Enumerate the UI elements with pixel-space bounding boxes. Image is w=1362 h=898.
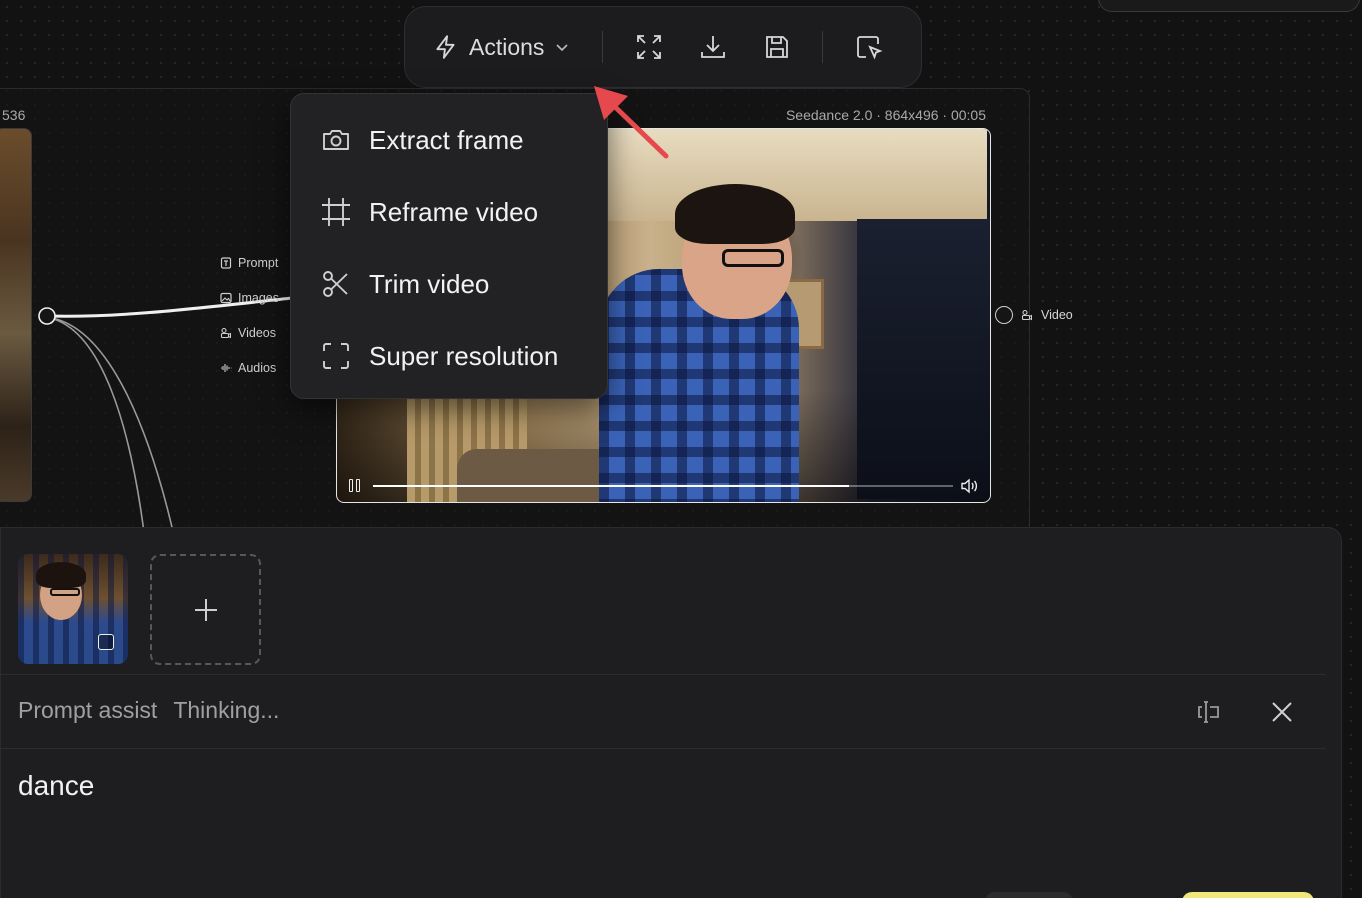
generate-button[interactable] — [1182, 892, 1314, 898]
port-video-output[interactable]: Video — [995, 306, 1073, 324]
close-icon[interactable] — [1268, 698, 1296, 726]
thumbnail-hair — [36, 562, 86, 588]
pause-icon[interactable] — [349, 479, 363, 493]
port-videos[interactable]: Videos — [220, 326, 276, 340]
port-video-output-label: Video — [1041, 308, 1073, 322]
add-reference-button[interactable] — [150, 554, 261, 665]
menu-item-label: Super resolution — [369, 340, 559, 371]
save-icon — [765, 36, 788, 58]
port-audios-label: Audios — [238, 361, 277, 375]
menu-item-trim-video[interactable]: Trim video — [291, 248, 607, 320]
prompt-input[interactable]: dance — [18, 770, 94, 802]
scissors-icon — [323, 271, 348, 297]
connection-origin-port — [38, 307, 56, 325]
menu-item-extract-frame[interactable]: Extract frame — [291, 104, 607, 176]
toolbar-separator — [602, 31, 604, 63]
reference-image-thumbnail[interactable] — [18, 554, 128, 664]
port-images-label: Images — [238, 291, 279, 305]
video-icon — [220, 327, 231, 339]
actions-menu: Extract frame Reframe video Trim video S… — [290, 93, 608, 399]
toolbar-separator — [822, 31, 824, 63]
secondary-button[interactable] — [985, 892, 1073, 898]
audio-icon — [221, 364, 232, 372]
camera-icon — [323, 130, 349, 150]
plus-icon — [194, 598, 217, 621]
select-cursor-icon — [857, 36, 883, 60]
output-port-ring[interactable] — [995, 306, 1013, 324]
port-prompt-label: Prompt — [238, 256, 279, 270]
menu-item-super-resolution[interactable]: Super resolution — [291, 320, 607, 392]
menu-item-label: Reframe video — [369, 196, 539, 227]
expand-button[interactable] — [632, 29, 666, 65]
actions-label: Actions — [469, 33, 545, 60]
video-frame-sofa — [457, 449, 617, 502]
prompt-assist-label: Prompt assist — [18, 697, 158, 723]
expand-icon — [637, 35, 662, 59]
video-progress-bar[interactable] — [373, 485, 953, 487]
video-frame-person-glasses — [722, 249, 784, 267]
image-type-icon — [98, 634, 114, 650]
port-prompt[interactable]: Prompt — [220, 256, 278, 270]
connection-down-2 — [51, 317, 176, 540]
menu-item-label: Trim video — [369, 268, 490, 299]
focus-frame-icon — [323, 343, 349, 369]
select-button[interactable] — [852, 29, 886, 65]
video-frame-person-hair — [675, 184, 795, 244]
menu-item-reframe-video[interactable]: Reframe video — [291, 176, 607, 248]
port-images[interactable]: Images — [220, 291, 279, 305]
lightning-icon — [436, 35, 455, 59]
image-icon — [220, 292, 232, 304]
menu-item-label: Extract frame — [369, 124, 524, 155]
video-icon — [1021, 309, 1032, 321]
port-audios[interactable]: Audios — [220, 361, 276, 375]
thumbnail-glasses — [50, 588, 80, 596]
text-cursor-icon[interactable] — [1195, 698, 1223, 726]
video-progress-fill — [373, 485, 849, 487]
download-icon — [700, 36, 725, 58]
prompt-icon — [220, 257, 232, 269]
prompt-assist-status: Thinking... — [173, 697, 280, 723]
volume-icon[interactable] — [960, 478, 978, 494]
floating-toolbar: Actions — [404, 6, 922, 88]
panel-divider — [0, 674, 1326, 675]
port-videos-label: Videos — [238, 326, 276, 340]
panel-divider — [0, 748, 1326, 749]
actions-button[interactable]: Actions — [433, 34, 570, 61]
video-frame-window — [857, 219, 990, 499]
top-right-control[interactable] — [1098, 0, 1360, 12]
prompt-assist-row: Prompt assist Thinking... — [18, 697, 279, 724]
download-button[interactable] — [696, 29, 730, 65]
video-meta: Seedance 2.0 · 864x496 · 00:05 — [785, 107, 986, 123]
save-button[interactable] — [760, 29, 794, 65]
crop-icon — [322, 198, 350, 226]
chevron-down-icon — [556, 44, 569, 52]
annotation-arrow — [594, 86, 669, 159]
connection-down-1 — [49, 317, 146, 540]
